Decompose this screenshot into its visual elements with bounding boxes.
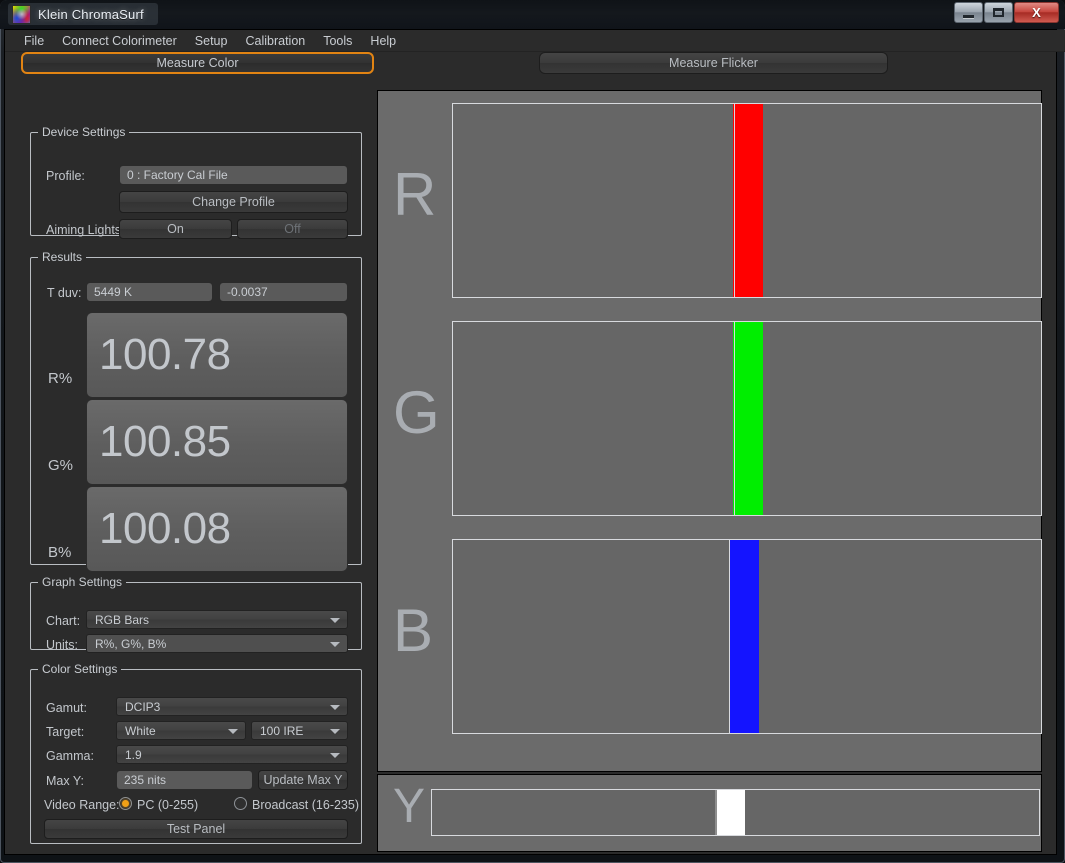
- minimize-button[interactable]: [954, 2, 983, 23]
- green-channel-row: G: [378, 309, 1042, 527]
- luminance-bar: [714, 790, 746, 835]
- device-settings-title: Device Settings: [42, 125, 126, 139]
- green-channel-letter: G: [393, 379, 440, 446]
- change-profile-button[interactable]: Change Profile: [119, 191, 348, 213]
- menu-item-tools[interactable]: Tools: [314, 32, 361, 50]
- duv-field[interactable]: -0.0037: [219, 282, 348, 302]
- g-percent-label: G%: [48, 457, 74, 474]
- color-settings-title: Color Settings: [42, 662, 118, 676]
- gamut-select-value: DCIP3: [125, 699, 161, 714]
- mode-button-bar: Measure Color Measure Flicker: [5, 52, 1058, 84]
- red-channel-row: R: [378, 91, 1042, 309]
- video-range-broadcast-radio[interactable]: [234, 797, 247, 810]
- menu-bar: File Connect Colorimeter Setup Calibrati…: [5, 30, 1065, 52]
- max-y-field[interactable]: 235 nits: [116, 770, 253, 790]
- temperature-field[interactable]: 5449 K: [86, 282, 213, 302]
- aiming-lights-on-button[interactable]: On: [119, 219, 232, 239]
- target-select-value: White: [125, 723, 156, 738]
- video-range-pc-label[interactable]: PC (0-255): [137, 798, 198, 812]
- video-range-pc-radio[interactable]: [119, 797, 132, 810]
- rgb-bars-chart: R G B: [377, 90, 1042, 772]
- menu-item-setup[interactable]: Setup: [186, 32, 237, 50]
- graph-settings-group: Graph Settings Chart: RGB Bars Units: R%…: [30, 575, 362, 653]
- units-select[interactable]: R%, G%, B%: [86, 634, 348, 653]
- video-range-broadcast-label[interactable]: Broadcast (16-235): [252, 798, 359, 812]
- gamma-select-value: 1.9: [125, 747, 142, 762]
- target-ire-select[interactable]: 100 IRE: [251, 721, 348, 740]
- blue-reference-line: [729, 540, 731, 733]
- luminance-plot: [431, 789, 1040, 836]
- target-select[interactable]: White: [116, 721, 246, 740]
- r-percent-label: R%: [48, 370, 73, 387]
- gamut-select[interactable]: DCIP3: [116, 697, 348, 716]
- update-max-y-button[interactable]: Update Max Y: [258, 770, 348, 790]
- luminance-channel-letter: Y: [393, 780, 426, 833]
- minimize-icon: [955, 3, 982, 22]
- measure-flicker-button[interactable]: Measure Flicker: [539, 52, 888, 74]
- chevron-down-icon: [228, 728, 238, 734]
- chevron-down-icon: [330, 752, 340, 758]
- menu-item-connect-colorimeter[interactable]: Connect Colorimeter: [53, 32, 186, 50]
- units-select-value: R%, G%, B%: [95, 636, 167, 651]
- luminance-reference-line: [715, 790, 718, 835]
- title-bar: Klein ChromaSurf X: [0, 0, 1065, 29]
- window-controls: X: [954, 2, 1059, 23]
- blue-channel-plot: [452, 539, 1042, 734]
- title-bar-identity: Klein ChromaSurf: [8, 3, 158, 25]
- menu-item-file[interactable]: File: [15, 32, 53, 50]
- chart-select[interactable]: RGB Bars: [86, 610, 348, 629]
- profile-label: Profile:: [46, 169, 85, 183]
- client-area: File Connect Colorimeter Setup Calibrati…: [4, 29, 1065, 855]
- red-channel-letter: R: [393, 161, 437, 228]
- maximize-icon: [985, 3, 1012, 22]
- aiming-lights-label: Aiming Lights:: [46, 223, 125, 237]
- test-panel-button[interactable]: Test Panel: [44, 819, 348, 839]
- red-bar: [732, 104, 764, 297]
- results-group: Results T duv: 5449 K -0.0037 R% 100.78 …: [30, 250, 362, 572]
- graph-settings-title: Graph Settings: [42, 575, 123, 589]
- red-channel-plot: [452, 103, 1042, 298]
- app-logo-icon: [12, 4, 31, 24]
- b-percent-label: B%: [48, 544, 72, 561]
- chevron-down-icon: [330, 704, 340, 710]
- blue-channel-row: B: [378, 527, 1042, 745]
- b-percent-value: 100.08: [86, 486, 348, 572]
- menu-item-calibration[interactable]: Calibration: [236, 32, 314, 50]
- close-icon: X: [1032, 5, 1041, 20]
- gamma-label: Gamma:: [46, 749, 94, 763]
- device-settings-group: Device Settings Profile: 0 : Factory Cal…: [30, 125, 362, 239]
- gamut-label: Gamut:: [46, 701, 87, 715]
- target-label: Target:: [46, 725, 85, 739]
- measure-color-button[interactable]: Measure Color: [21, 52, 374, 74]
- chevron-down-icon: [330, 617, 340, 623]
- tduv-label: T duv:: [47, 286, 82, 300]
- chevron-down-icon: [330, 641, 340, 647]
- red-reference-line: [733, 104, 735, 297]
- menu-item-help[interactable]: Help: [361, 32, 405, 50]
- aiming-lights-off-button[interactable]: Off: [237, 219, 348, 239]
- chart-label: Chart:: [46, 614, 81, 628]
- g-percent-value: 100.85: [86, 399, 348, 485]
- target-ire-value: 100 IRE: [260, 723, 304, 738]
- gamma-select[interactable]: 1.9: [116, 745, 348, 764]
- application-window: Klein ChromaSurf X File Connect Colorime…: [0, 0, 1065, 863]
- profile-field[interactable]: 0 : Factory Cal File: [119, 165, 348, 185]
- max-y-label: Max Y:: [46, 774, 84, 788]
- blue-bar: [728, 540, 760, 733]
- results-title: Results: [42, 250, 83, 264]
- color-settings-group: Color Settings Gamut: DCIP3 Target: Whit…: [30, 662, 362, 844]
- green-reference-line: [733, 322, 735, 515]
- luminance-chart: Y: [377, 774, 1042, 852]
- maximize-button[interactable]: [984, 2, 1013, 23]
- green-bar: [732, 322, 764, 515]
- green-channel-plot: [452, 321, 1042, 516]
- units-label: Units:: [46, 638, 78, 652]
- blue-channel-letter: B: [393, 597, 434, 664]
- chart-select-value: RGB Bars: [95, 612, 150, 627]
- close-button[interactable]: X: [1014, 2, 1059, 23]
- chevron-down-icon: [330, 728, 340, 734]
- window-title: Klein ChromaSurf: [38, 6, 144, 22]
- r-percent-value: 100.78: [86, 312, 348, 398]
- video-range-label: Video Range:: [44, 798, 120, 812]
